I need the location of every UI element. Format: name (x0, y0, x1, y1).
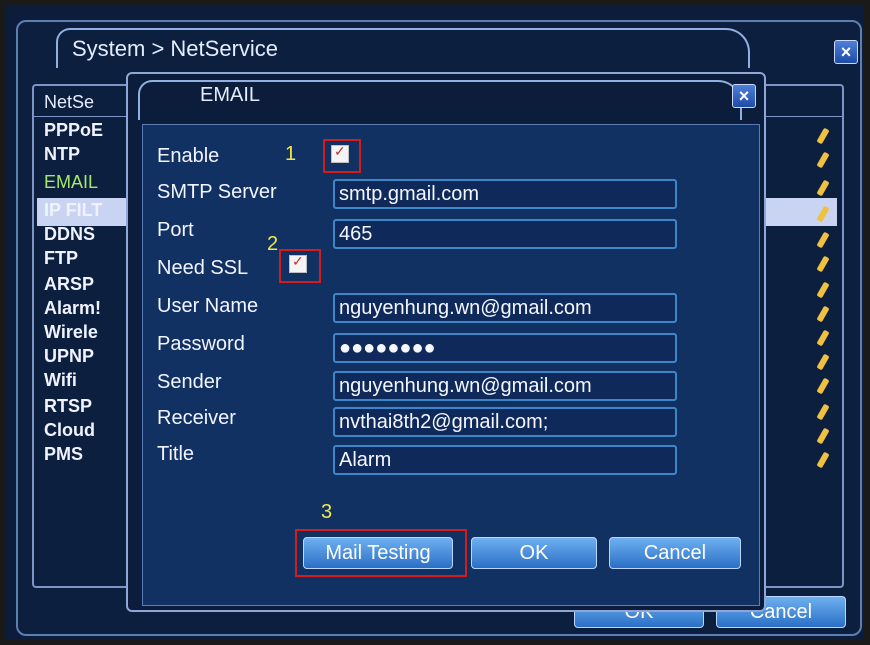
email-dialog: EMAIL × Enable 1 SMTP Server smtp.gmail.… (126, 72, 766, 612)
password-field[interactable]: ●●●●●●●● (333, 333, 677, 363)
edit-pencil-icon[interactable] (816, 353, 830, 371)
smtp-server-field[interactable]: smtp.gmail.com (333, 179, 677, 209)
need-ssl-label: Need SSL (157, 257, 249, 279)
sender-field[interactable]: nguyenhung.wn@gmail.com (333, 371, 677, 401)
port-field[interactable]: 465 (333, 219, 677, 249)
edit-pencil-icon[interactable] (816, 305, 830, 323)
dialog-close-icon[interactable]: × (732, 84, 756, 108)
window-close-icon[interactable]: × (834, 40, 858, 64)
edit-pencil-icon[interactable] (816, 377, 830, 395)
enable-label: Enable (157, 145, 220, 167)
annotation-1: 1 (285, 143, 297, 165)
need-ssl-checkbox[interactable] (289, 253, 307, 273)
title-label: Title (157, 443, 195, 465)
annotation-3: 3 (321, 501, 333, 523)
edit-pencil-icon[interactable] (816, 231, 830, 249)
email-settings-panel: Enable 1 SMTP Server smtp.gmail.com Port… (142, 124, 760, 606)
cancel-button[interactable]: Cancel (609, 537, 741, 569)
edit-pencil-icon[interactable] (816, 329, 830, 347)
edit-pencil-icon[interactable] (816, 451, 830, 469)
title-field[interactable]: Alarm (333, 445, 677, 475)
edit-pencil-icon[interactable] (816, 281, 830, 299)
dialog-title-bar: EMAIL (138, 80, 742, 120)
ok-button[interactable]: OK (471, 537, 597, 569)
dialog-title: EMAIL (200, 84, 261, 106)
sender-label: Sender (157, 371, 222, 393)
edit-pencil-icon[interactable] (816, 403, 830, 421)
window-title-bar: System > NetService (56, 28, 750, 68)
user-name-field[interactable]: nguyenhung.wn@gmail.com (333, 293, 677, 323)
enable-checkbox[interactable] (331, 143, 349, 163)
mail-testing-button[interactable]: Mail Testing (303, 537, 453, 569)
user-name-label: User Name (157, 295, 259, 317)
screen: System > NetService × NetSe PPPoE NTP EM… (6, 6, 864, 640)
edit-pencil-icon[interactable] (816, 255, 830, 273)
annotation-2: 2 (267, 233, 279, 255)
receiver-field[interactable]: nvthai8th2@gmail.com; (333, 407, 677, 437)
window-title: System > NetService (72, 36, 279, 61)
port-label: Port (157, 219, 194, 241)
password-label: Password (157, 333, 245, 355)
smtp-server-label: SMTP Server (157, 181, 277, 203)
edit-pencil-icon[interactable] (816, 151, 830, 169)
edit-pencil-icon[interactable] (816, 427, 830, 445)
list-header-label: NetSe (44, 92, 95, 112)
edit-pencil-icon[interactable] (816, 127, 830, 145)
edit-pencil-icon[interactable] (816, 179, 830, 197)
receiver-label: Receiver (157, 407, 236, 429)
